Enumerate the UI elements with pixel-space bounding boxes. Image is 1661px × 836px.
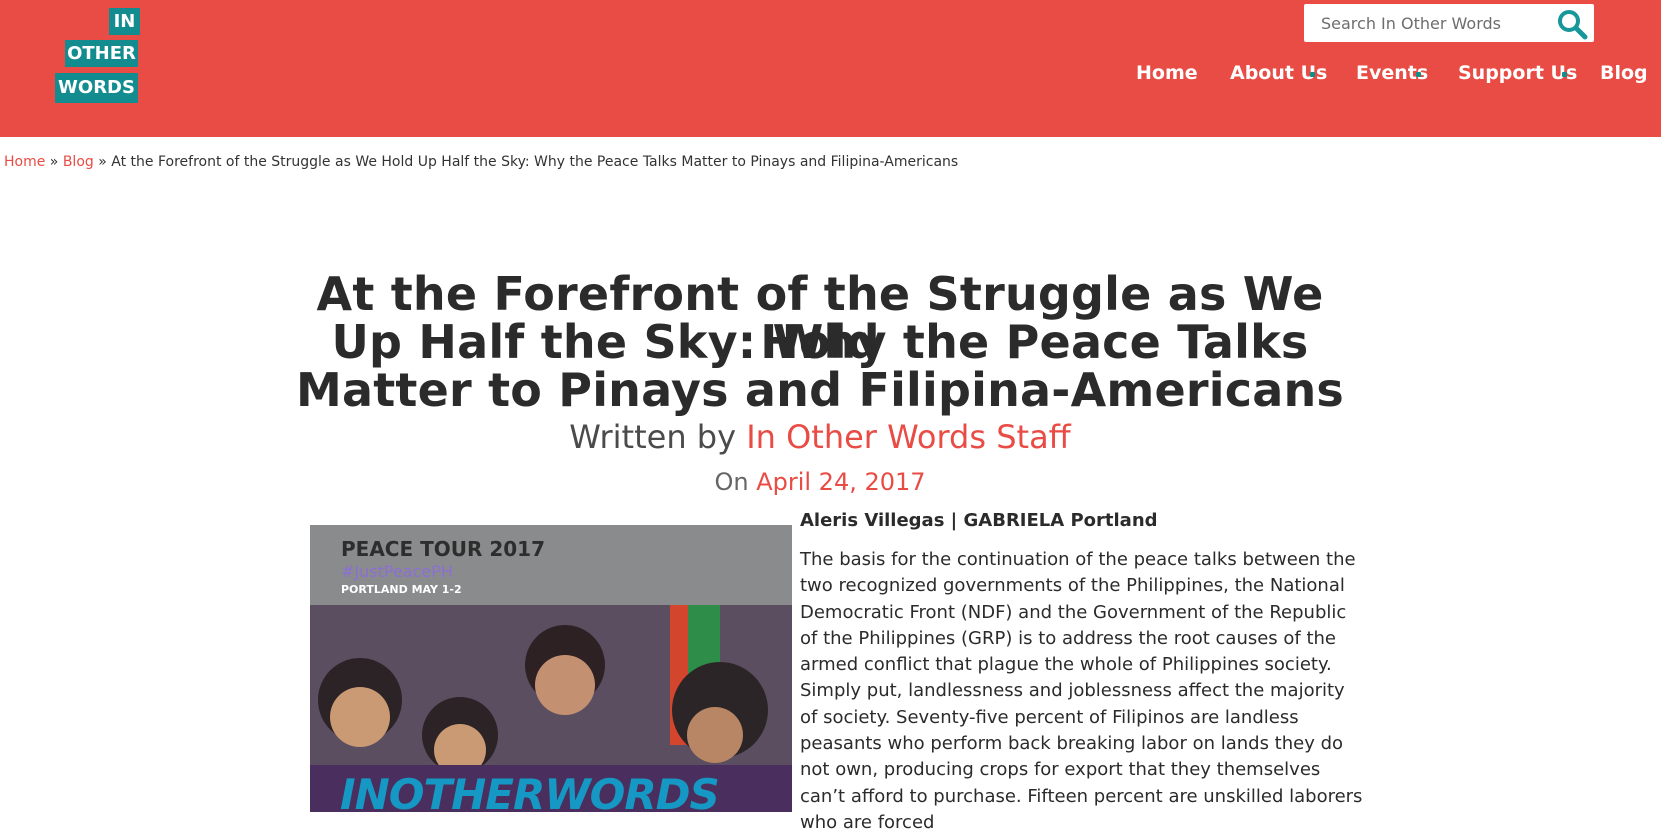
logo-word-in: IN [109,8,140,35]
nav-blog[interactable]: Blog [1600,62,1648,84]
site-header: IN OTHER WORDS Home About Us Events Supp… [0,0,1661,137]
article-title-line-2: Up Half the Sky: Why the Peace Talks [331,315,1309,369]
image-hashtag: #JustPeacePH [341,562,453,581]
author-link[interactable]: In Other Words Staff [746,418,1071,456]
breadcrumb-current: At the Forefront of the Struggle as We H… [111,154,959,170]
article-title-line-3: Matter to Pinays and Filipina-Americans [296,363,1344,417]
search-input[interactable] [1304,4,1551,42]
image-watermark: INOTHERWORDS [340,770,720,812]
support-us-caret-icon [1562,72,1567,77]
search-icon[interactable] [1556,8,1588,40]
breadcrumb-separator: » [98,154,107,170]
about-us-caret-icon [1310,72,1315,77]
article-featured-image: PEACE TOUR 2017 #JustPeacePH PORTLAND MA… [310,525,792,812]
breadcrumb: Home » Blog » At the Forefront of the St… [4,154,958,170]
image-location: PORTLAND MAY 1-2 [341,583,462,596]
date-prefix: On [714,468,749,496]
breadcrumb-blog[interactable]: Blog [63,154,94,170]
logo-word-other: OTHER [65,40,138,67]
article-date: On April 24, 2017 [290,468,1350,496]
image-tour-text: PEACE TOUR 2017 [341,537,546,561]
date-link[interactable]: April 24, 2017 [756,468,925,496]
byline-prefix: Written by [569,418,737,456]
article-attribution: Aleris Villegas | GABRIELA Portland [800,510,1158,531]
breadcrumb-separator: » [49,154,59,170]
breadcrumb-home[interactable]: Home [4,154,45,170]
article-byline: Written by In Other Words Staff [290,418,1350,456]
logo-word-words: WORDS [55,73,138,103]
article-paragraph: The basis for the continuation of the pe… [800,549,1363,833]
events-caret-icon [1416,72,1421,77]
site-logo[interactable]: IN OTHER WORDS [53,0,141,106]
search-box [1304,4,1594,42]
nav-support-us[interactable]: Support Us [1458,62,1577,84]
nav-home[interactable]: Home [1136,62,1198,84]
